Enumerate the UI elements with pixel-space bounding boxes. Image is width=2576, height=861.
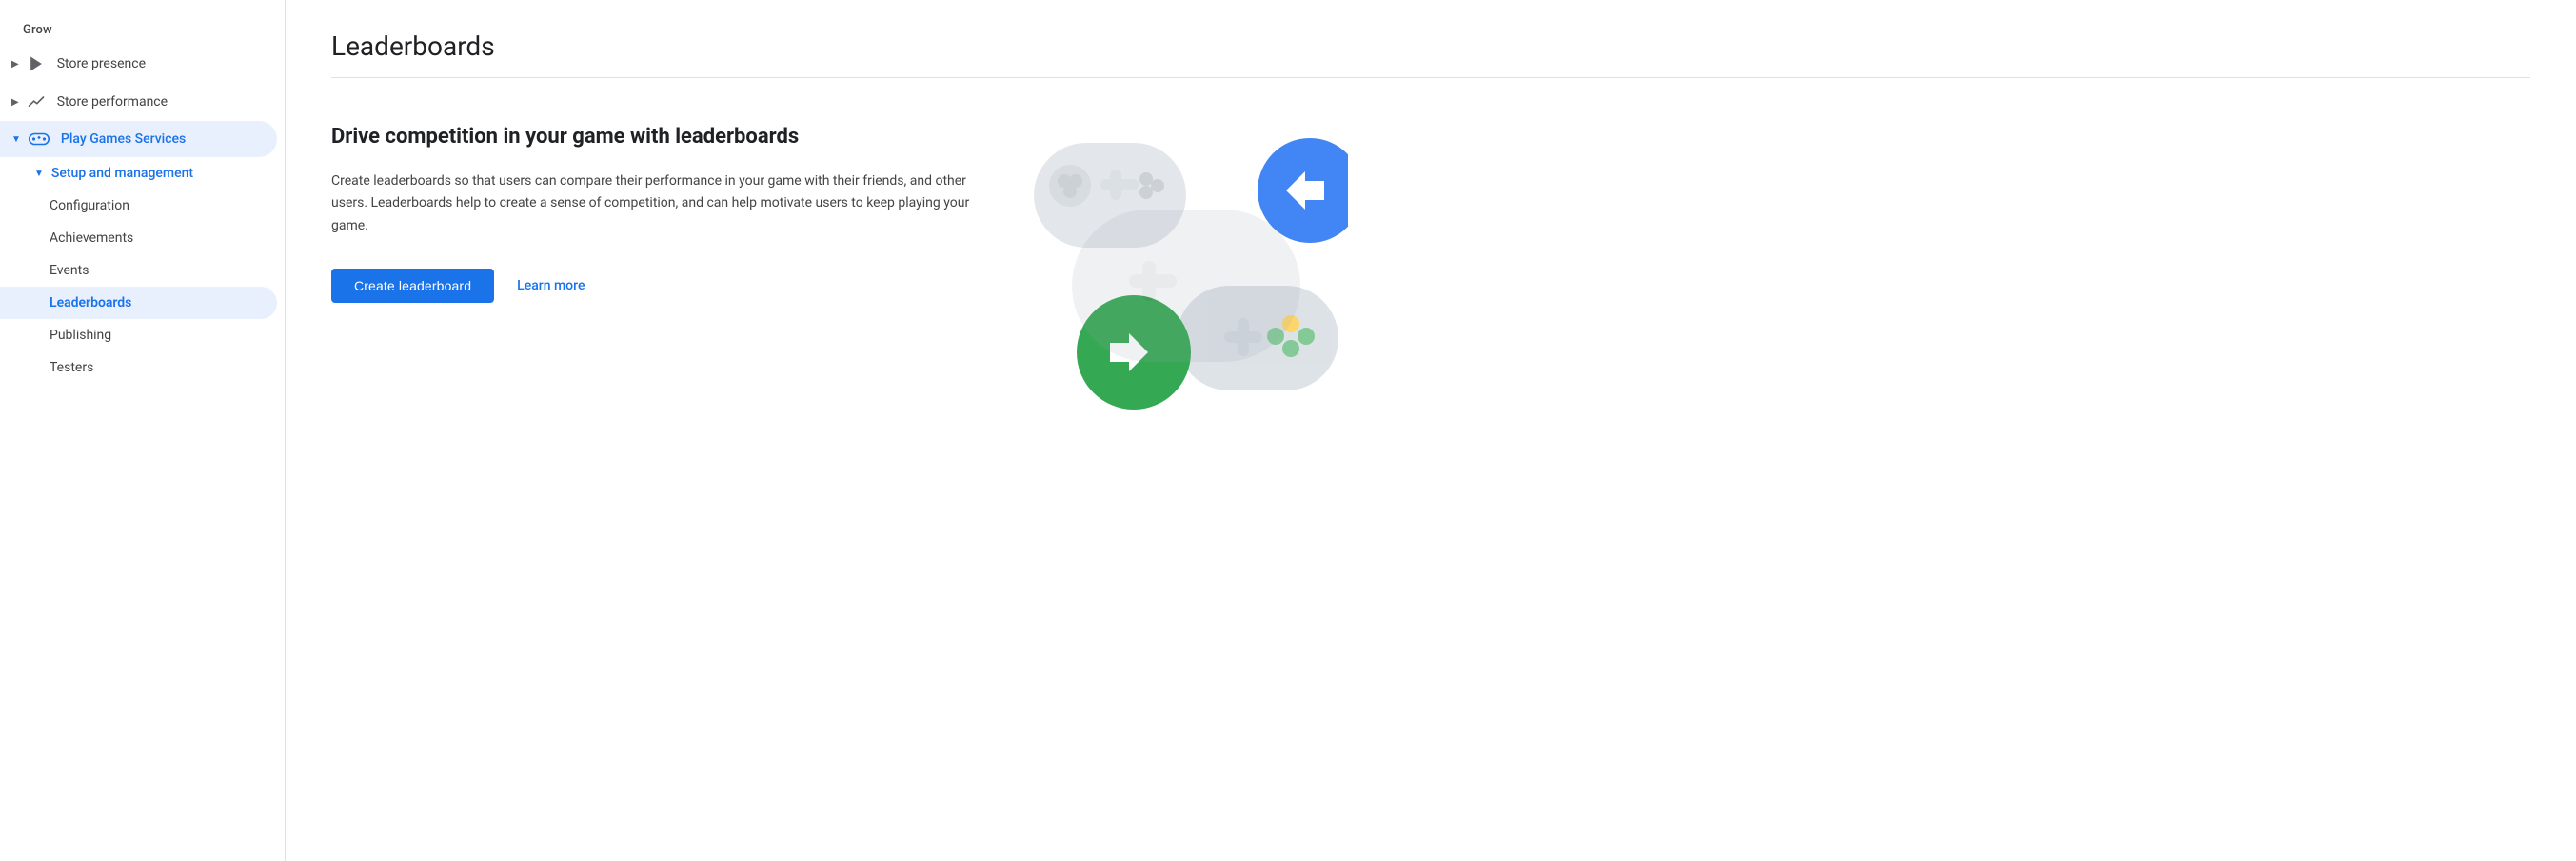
chevron-down-icon-pgs: ▼ (11, 134, 21, 145)
sidebar-subsection-label: Setup and management (51, 166, 193, 181)
content-area: Drive competition in your game with lead… (331, 124, 2530, 448)
learn-more-link[interactable]: Learn more (517, 278, 585, 293)
sidebar-subitem-testers-label: Testers (50, 360, 93, 375)
main-content: Leaderboards Drive competition in your g… (286, 0, 2576, 861)
store-presence-icon (27, 54, 46, 73)
sidebar-subitem-configuration[interactable]: Configuration (0, 190, 277, 222)
play-games-services-icon (29, 130, 50, 148)
sidebar-subitem-leaderboards[interactable]: Leaderboards (0, 287, 277, 319)
sidebar-item-play-games-services[interactable]: ▼ Play Games Services (0, 121, 277, 157)
divider (331, 77, 2530, 78)
chevron-right-icon: ▶ (11, 59, 19, 70)
leaderboards-illustration (1024, 124, 1348, 448)
sidebar-item-store-performance[interactable]: ▶ Store performance (0, 83, 277, 121)
subsection-chevron-down-icon: ▼ (34, 169, 44, 179)
actions-row: Create leaderboard Learn more (331, 269, 979, 303)
sidebar-subitem-achievements[interactable]: Achievements (0, 222, 277, 254)
sidebar-subitem-publishing-label: Publishing (50, 328, 111, 343)
sidebar-subitem-achievements-label: Achievements (50, 230, 133, 246)
sidebar-subitem-leaderboards-label: Leaderboards (50, 295, 131, 310)
sidebar-item-store-performance-label: Store performance (57, 94, 168, 110)
sidebar-subsection-setup[interactable]: ▼ Setup and management (0, 157, 277, 190)
content-heading: Drive competition in your game with lead… (331, 124, 979, 151)
store-performance-icon (27, 92, 46, 111)
content-body: Create leaderboards so that users can co… (331, 170, 979, 238)
sidebar-subitem-configuration-label: Configuration (50, 198, 129, 213)
create-leaderboard-button[interactable]: Create leaderboard (331, 269, 494, 303)
sidebar: Grow ▶ Store presence ▶ Store performanc… (0, 0, 286, 861)
sidebar-subitem-testers[interactable]: Testers (0, 351, 277, 384)
sidebar-subitem-events[interactable]: Events (0, 254, 277, 287)
sidebar-item-play-games-services-label: Play Games Services (61, 131, 186, 147)
sidebar-subitem-publishing[interactable]: Publishing (0, 319, 277, 351)
sidebar-subitem-events-label: Events (50, 263, 89, 278)
grow-section-label: Grow (0, 15, 285, 45)
sidebar-item-store-presence-label: Store presence (57, 56, 146, 71)
sidebar-item-store-presence[interactable]: ▶ Store presence (0, 45, 277, 83)
chevron-right-icon-perf: ▶ (11, 97, 19, 108)
content-text-block: Drive competition in your game with lead… (331, 124, 979, 303)
page-title: Leaderboards (331, 30, 2530, 62)
